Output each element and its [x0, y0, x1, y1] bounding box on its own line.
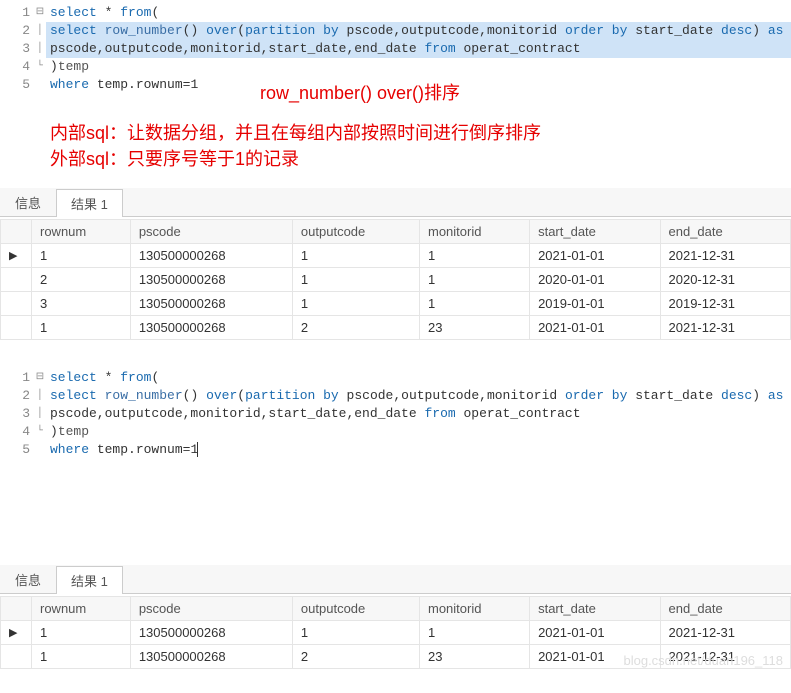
col-outputcode[interactable]: outputcode [292, 220, 419, 244]
tab-result[interactable]: 结果 1 [56, 189, 123, 217]
code-line: pscode,outputcode,monitorid,start_date,e… [46, 405, 791, 423]
tab-result[interactable]: 结果 1 [56, 566, 123, 594]
code-line: select * from( [46, 4, 791, 22]
table-row[interactable]: 3 130500000268 1 1 2019-01-01 2019-12-31 [1, 292, 791, 316]
fold-line-icon: │ [34, 40, 46, 58]
fold-line-icon: │ [34, 22, 46, 40]
table-row[interactable]: ▶ 1 130500000268 1 1 2021-01-01 2021-12-… [1, 244, 791, 268]
cell-outputcode: 1 [292, 244, 419, 268]
line-number: 4 [0, 423, 34, 441]
result-tabs-bottom: 信息 结果 1 [0, 565, 791, 594]
cell-rownum: 2 [32, 268, 131, 292]
cell-end: 2021-12-31 [660, 316, 790, 340]
cell-rownum: 1 [32, 621, 131, 645]
fold-line-icon: │ [34, 387, 46, 405]
cell-end: 2020-12-31 [660, 268, 790, 292]
result-table-top[interactable]: rownum pscode outputcode monitorid start… [0, 219, 791, 340]
table-row[interactable]: 2 130500000268 1 1 2020-01-01 2020-12-31 [1, 268, 791, 292]
fold-end-icon: └ [34, 423, 46, 441]
cell-monitorid: 1 [420, 244, 530, 268]
code-line-highlight: select row_number() over(partition by ps… [46, 22, 791, 40]
tab-info[interactable]: 信息 [0, 565, 56, 593]
col-startdate[interactable]: start_date [530, 597, 660, 621]
cell-monitorid: 1 [420, 292, 530, 316]
line-number: 5 [0, 76, 34, 94]
table-header-row: rownum pscode outputcode monitorid start… [1, 597, 791, 621]
result-tabs-top: 信息 结果 1 [0, 188, 791, 217]
cell-end: 2021-12-31 [660, 621, 790, 645]
cell-start: 2021-01-01 [530, 244, 660, 268]
col-outputcode[interactable]: outputcode [292, 597, 419, 621]
cell-pscode: 130500000268 [130, 268, 292, 292]
row-marker-icon: ▶ [1, 244, 32, 268]
cell-start: 2019-01-01 [530, 292, 660, 316]
table-header-row: rownum pscode outputcode monitorid start… [1, 220, 791, 244]
cell-monitorid: 1 [420, 621, 530, 645]
table-row[interactable]: ▶ 1 130500000268 1 1 2021-01-01 2021-12-… [1, 621, 791, 645]
cell-monitorid: 23 [420, 316, 530, 340]
line-number: 2 [0, 22, 34, 40]
code-line: select row_number() over(partition by ps… [46, 387, 791, 405]
cell-outputcode: 2 [292, 316, 419, 340]
cell-pscode: 130500000268 [130, 292, 292, 316]
tab-info[interactable]: 信息 [0, 188, 56, 216]
cell-end: 2019-12-31 [660, 292, 790, 316]
cell-pscode: 130500000268 [130, 316, 292, 340]
cell-end: 2021-12-31 [660, 244, 790, 268]
cell-rownum: 1 [32, 244, 131, 268]
annotation-inner-sql: 内部sql：让数据分组，并且在每组内部按照时间进行倒序排序 [0, 120, 791, 146]
watermark-text: blog.csdn.net/duan196_118 [0, 653, 791, 668]
col-rownum[interactable]: rownum [32, 220, 131, 244]
col-enddate[interactable]: end_date [660, 220, 790, 244]
line-number: 3 [0, 405, 34, 423]
cell-start: 2021-01-01 [530, 316, 660, 340]
row-marker-header [1, 220, 32, 244]
cell-outputcode: 1 [292, 621, 419, 645]
fold-line-icon: │ [34, 405, 46, 423]
code-line: select * from( [46, 369, 791, 387]
cell-monitorid: 1 [420, 268, 530, 292]
top-panel: 1 ⊟ select * from( 2 │ select row_number… [0, 0, 791, 340]
annotation-outer-sql: 外部sql：只要序号等于1的记录 [0, 146, 791, 172]
cell-outputcode: 1 [292, 268, 419, 292]
col-monitorid[interactable]: monitorid [420, 220, 530, 244]
table-row[interactable]: 1 130500000268 2 23 2021-01-01 2021-12-3… [1, 316, 791, 340]
col-monitorid[interactable]: monitorid [420, 597, 530, 621]
line-number: 4 [0, 58, 34, 76]
cell-start: 2021-01-01 [530, 621, 660, 645]
line-number: 1 [0, 4, 34, 22]
col-pscode[interactable]: pscode [130, 220, 292, 244]
fold-icon[interactable]: ⊟ [34, 4, 46, 22]
code-line: )temp [46, 423, 791, 441]
text-caret-icon [197, 442, 206, 457]
fold-end-icon: └ [34, 58, 46, 76]
code-line-highlight: pscode,outputcode,monitorid,start_date,e… [46, 40, 791, 58]
cell-start: 2020-01-01 [530, 268, 660, 292]
cell-rownum: 1 [32, 316, 131, 340]
col-rownum[interactable]: rownum [32, 597, 131, 621]
line-number: 3 [0, 40, 34, 58]
col-enddate[interactable]: end_date [660, 597, 790, 621]
cell-outputcode: 1 [292, 292, 419, 316]
line-number: 5 [0, 441, 34, 459]
sql-editor-bottom[interactable]: 1 ⊟ select * from( 2 │ select row_number… [0, 365, 791, 465]
code-line: where temp.rownum=1 [46, 441, 791, 459]
row-marker-icon: ▶ [1, 621, 32, 645]
line-number: 1 [0, 369, 34, 387]
col-startdate[interactable]: start_date [530, 220, 660, 244]
cell-rownum: 3 [32, 292, 131, 316]
fold-icon[interactable]: ⊟ [34, 369, 46, 387]
row-marker-header [1, 597, 32, 621]
cell-pscode: 130500000268 [130, 621, 292, 645]
bottom-panel: 1 ⊟ select * from( 2 │ select row_number… [0, 365, 791, 668]
code-line: )temp [46, 58, 791, 76]
line-number: 2 [0, 387, 34, 405]
cell-pscode: 130500000268 [130, 244, 292, 268]
col-pscode[interactable]: pscode [130, 597, 292, 621]
